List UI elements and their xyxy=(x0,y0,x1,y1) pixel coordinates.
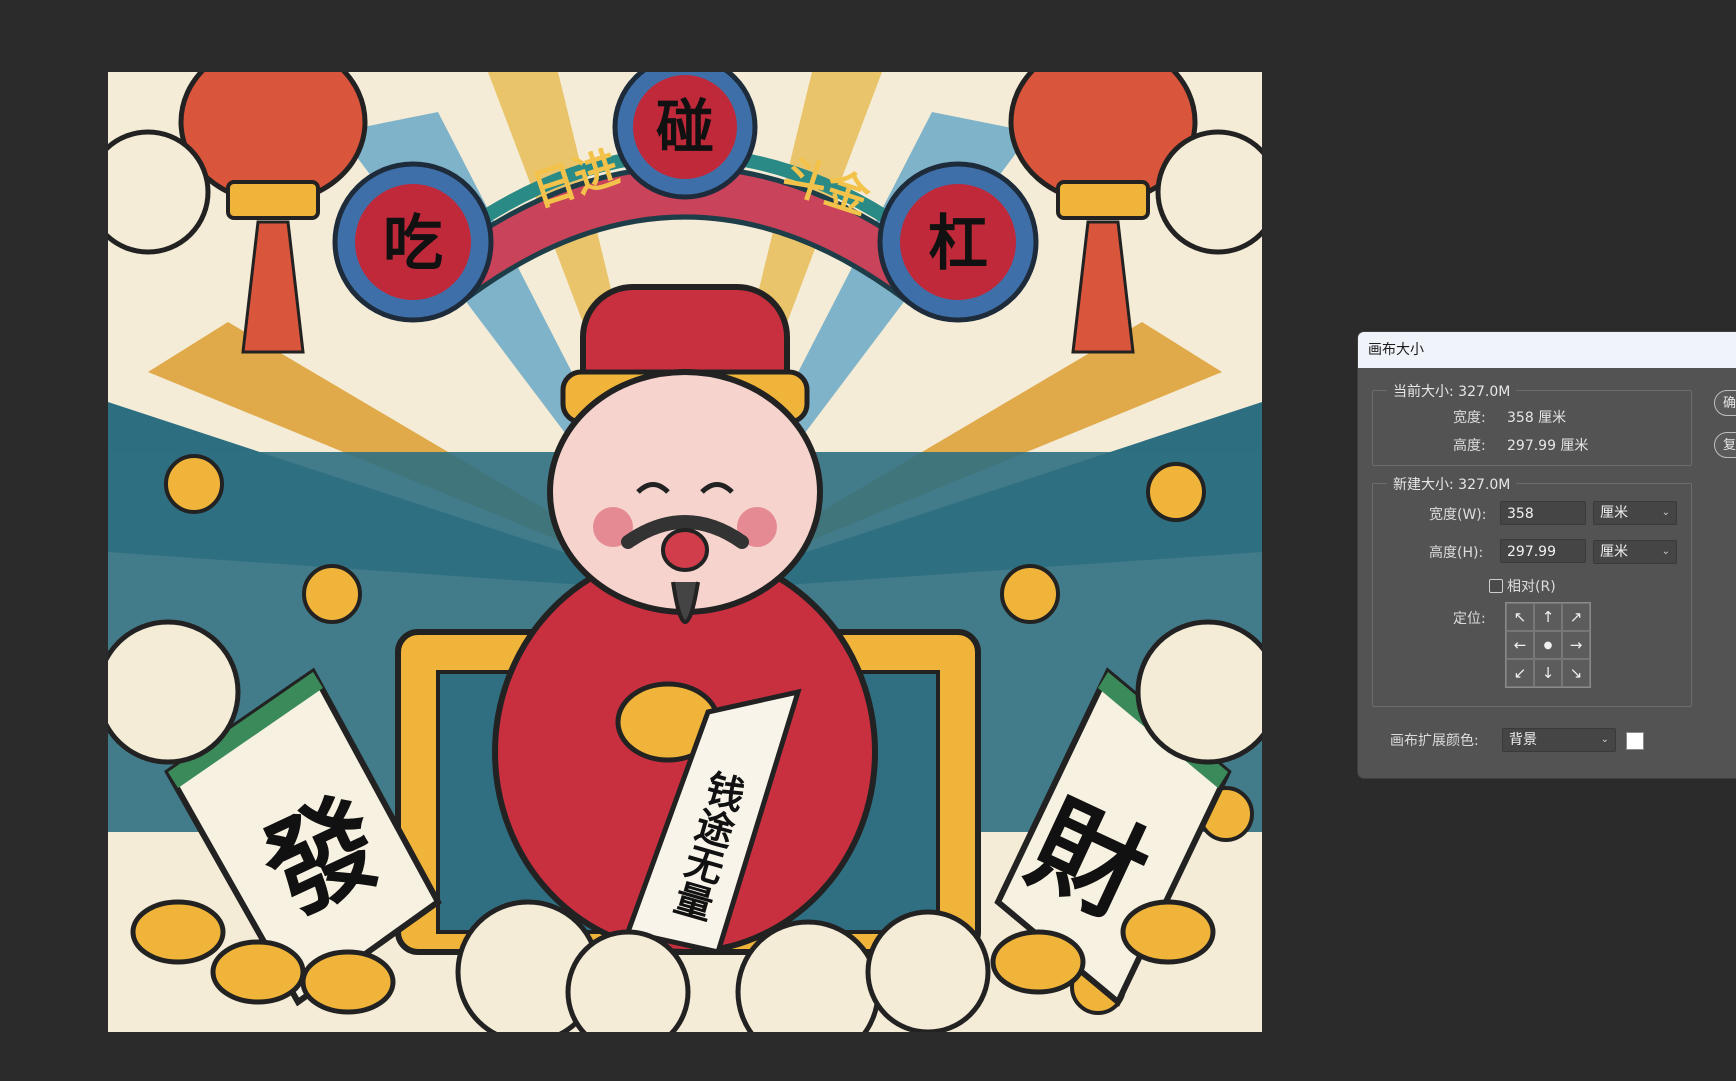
width-unit-select[interactable]: 厘米 ⌄ xyxy=(1593,501,1677,525)
medallion-top: 碰 xyxy=(612,72,758,200)
height-unit-value: 厘米 xyxy=(1600,544,1628,560)
extension-color-value: 背景 xyxy=(1509,732,1537,748)
svg-text:杠: 杠 xyxy=(928,209,988,279)
anchor-right-arrow-icon[interactable]: → xyxy=(1562,631,1590,659)
ok-button[interactable]: 确 xyxy=(1714,390,1736,416)
new-height-label: 高度(H): xyxy=(1429,545,1484,561)
anchor-bottom-right-arrow-icon[interactable]: ↘ xyxy=(1562,659,1590,687)
svg-text:吃: 吃 xyxy=(383,209,443,279)
height-unit-select[interactable]: 厘米 ⌄ xyxy=(1593,540,1677,564)
anchor-left-arrow-icon[interactable]: ← xyxy=(1506,631,1534,659)
anchor-label: 定位: xyxy=(1453,611,1486,627)
current-height-label: 高度: xyxy=(1453,438,1486,454)
chevron-down-icon: ⌄ xyxy=(1661,546,1670,557)
width-unit-value: 厘米 xyxy=(1600,505,1628,521)
new-size-legend: 新建大小: 327.0M xyxy=(1387,474,1517,494)
medallion-right: 杠 xyxy=(877,161,1039,323)
anchor-top-right-arrow-icon[interactable]: ↗ xyxy=(1562,603,1590,631)
medallion-left: 吃 xyxy=(332,161,494,323)
current-size-group: 当前大小: 327.0M 宽度: 358 厘米 高度: 297.99 厘米 xyxy=(1372,381,1692,466)
current-size-legend: 当前大小: 327.0M xyxy=(1387,381,1517,401)
chevron-down-icon: ⌄ xyxy=(1600,734,1609,745)
anchor-center-dot-icon[interactable]: ● xyxy=(1534,631,1562,659)
relative-label[interactable]: 相对(R) xyxy=(1507,576,1556,596)
dialog-title[interactable]: 画布大小 xyxy=(1358,332,1736,368)
new-size-group: 新建大小: 327.0M 宽度(W): 358 厘米 ⌄ 高度(H): 297.… xyxy=(1372,474,1692,707)
current-height-value: 297.99 厘米 xyxy=(1507,438,1589,454)
document-canvas[interactable]: 日进 斗金 碰 吃 杠 钱途无量 發 財 xyxy=(108,72,1262,1032)
anchor-top-arrow-icon[interactable]: ↑ xyxy=(1534,603,1562,631)
width-input[interactable]: 358 xyxy=(1500,501,1586,525)
anchor-top-left-arrow-icon[interactable]: ↖ xyxy=(1506,603,1534,631)
current-width-label: 宽度: xyxy=(1453,410,1486,426)
relative-checkbox[interactable] xyxy=(1489,579,1503,593)
extension-color-label: 画布扩展颜色: xyxy=(1390,733,1479,749)
anchor-bottom-arrow-icon[interactable]: ↓ xyxy=(1534,659,1562,687)
chevron-down-icon: ⌄ xyxy=(1661,507,1670,518)
current-width-value: 358 厘米 xyxy=(1507,410,1567,426)
artwork-illustration: 日进 斗金 碰 吃 杠 钱途无量 發 財 xyxy=(108,72,1262,1032)
svg-text:碰: 碰 xyxy=(656,93,714,161)
reset-button[interactable]: 复 xyxy=(1714,432,1736,458)
height-input[interactable]: 297.99 xyxy=(1500,539,1586,563)
extension-color-select[interactable]: 背景 ⌄ xyxy=(1502,728,1616,752)
new-width-label: 宽度(W): xyxy=(1429,507,1487,523)
canvas-size-dialog: 画布大小 当前大小: 327.0M 宽度: 358 厘米 高度: 297.99 … xyxy=(1358,332,1736,778)
extension-color-swatch[interactable] xyxy=(1626,732,1644,750)
anchor-bottom-left-arrow-icon[interactable]: ↙ xyxy=(1506,659,1534,687)
anchor-grid: ↖ ↑ ↗ ← ● → ↙ ↓ ↘ xyxy=(1505,602,1591,688)
